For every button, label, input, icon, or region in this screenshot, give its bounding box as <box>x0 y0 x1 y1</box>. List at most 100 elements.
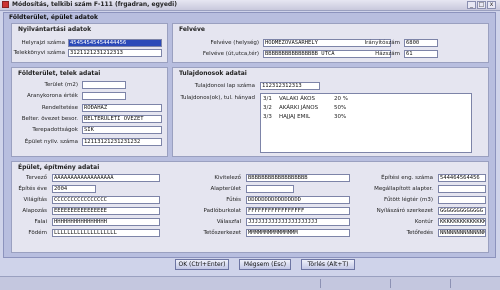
owner-share: 50% <box>334 105 347 111</box>
heating-input[interactable]: DDDDDDDDDDDDDDDD <box>246 196 350 204</box>
roofing-input[interactable]: NNNNNNNNNNNNNN <box>438 229 486 237</box>
owner-name: HAJJAJ EMIL <box>279 114 311 120</box>
building-group-title: Épület, építmény adatai <box>18 164 100 171</box>
land-group-title: Földterület, telek adatai <box>18 70 101 77</box>
slab-label: Födém <box>28 230 47 236</box>
heated-volume-input[interactable] <box>438 196 486 204</box>
terrain-input[interactable]: SÍK <box>82 126 162 134</box>
owner-sheet-label: Tulajdonosi lap száma <box>194 83 255 89</box>
postal-code-label: Irányítószám <box>364 40 400 46</box>
status-divider <box>450 279 451 288</box>
list-item[interactable]: 3/2 AKÁRKI JÁNOS 50% <box>262 104 470 112</box>
walls-input[interactable]: HHHHHHHHHHHHHHHH <box>52 218 160 226</box>
land-registry-label: Telekkönyvi száma <box>13 50 65 56</box>
contour-label: Kontúr <box>414 219 433 225</box>
owners-list[interactable]: 3/1 VALAKI ÁKOS 20 % 3/2 AKÁRKI JÁNOS 50… <box>260 93 472 153</box>
slab-input[interactable]: LLLLLLLLLLLLLLLLLLL <box>52 229 160 237</box>
assessed-area-label: Megállapított alapter. <box>374 186 433 192</box>
owner-name: AKÁRKI JÁNOS <box>279 105 319 111</box>
designer-input[interactable]: AAAAAAAAAAAAAAAAAA <box>52 174 160 182</box>
title-bar: Módosítás, telkibi szám F-111 (frgadran,… <box>0 0 500 11</box>
owner-share: 20 % <box>334 96 348 102</box>
registry-group: Nyilvántartási adatok Helyrajzi száma 45… <box>11 23 168 63</box>
window-title: Módosítás, telkibi szám F-111 (frgadran,… <box>12 1 177 8</box>
owners-group-title: Tulajdonosok adatai <box>179 70 247 77</box>
owners-group: Tulajdonosok adatai Tulajdonosi lap szám… <box>172 67 489 157</box>
flooring-input[interactable]: FFFFFFFFFFFFFFFFF <box>246 207 350 215</box>
parcel-number-input[interactable]: 45454545454444456 <box>68 39 162 47</box>
owner-num: 3/3 <box>263 114 272 120</box>
roofing-label: Tetőfedés <box>406 230 433 236</box>
building-reg-input[interactable]: 12113121231231232 <box>82 138 162 146</box>
modify-window: Módosítás, telkibi szám F-111 (frgadran,… <box>0 0 500 290</box>
registry-group-title: Nyilvántartási adatok <box>18 26 92 33</box>
locality-label: Felvéve (helység) <box>210 40 260 46</box>
status-divider <box>320 279 321 288</box>
house-number-label: Házszám <box>375 51 400 57</box>
status-divider <box>390 279 391 288</box>
roof-structure-input[interactable]: MMMMMMMMMMMMMMM <box>246 229 350 237</box>
contractor-input[interactable]: BBBBBBBBBBBBBBBBBB <box>246 174 350 182</box>
recorded-at-group: Felvéve Felvéve (helység) HÓDMEZŐVÁSÁRHE… <box>172 23 489 63</box>
assessed-area-input[interactable] <box>438 185 486 193</box>
openings-label: Nyílászáró szerkezet <box>376 208 433 214</box>
owner-share: 30% <box>334 114 347 120</box>
golden-crown-input[interactable] <box>82 92 126 100</box>
foundation-input[interactable]: EEEEEEEEEEEEEEEE <box>52 207 160 215</box>
land-group: Földterület, telek adatai Terület (m2) A… <box>11 67 168 157</box>
app-icon <box>2 1 9 8</box>
permit-number-input[interactable]: 544464564456 <box>438 174 486 182</box>
land-registry-input[interactable]: 3121121231212313 <box>68 49 162 57</box>
terrain-label: Terepadottságok <box>32 127 78 133</box>
purpose-input[interactable]: ROÐAHÁZ <box>82 104 162 112</box>
designer-label: Tervező <box>26 175 47 181</box>
roof-structure-label: Tetőszerkezet <box>203 230 241 236</box>
building-reg-label: Épület nyilv. száma <box>24 139 78 145</box>
recorded-at-group-title: Felvéve <box>179 26 205 33</box>
street-input[interactable]: BBBBBBBBBBBBBBBB UTCA <box>263 50 391 58</box>
partition-input[interactable]: JJJJJJJJJJJJJJJJJJJJJ <box>246 218 350 226</box>
owner-sheet-input[interactable]: 112312312313 <box>260 82 320 90</box>
area-label: Terület (m2) <box>44 82 78 88</box>
owners-share-label: Tulajdonos(ok), tul. hányad <box>180 95 255 101</box>
cancel-button[interactable]: Mégsem (Esc) <box>239 259 291 270</box>
build-year-label: Építés éve <box>18 186 47 192</box>
golden-crown-label: Aranykorona érték <box>27 93 78 99</box>
maximize-button[interactable]: □ <box>477 1 486 9</box>
walls-label: Falai <box>34 219 47 225</box>
owner-name: VALAKI ÁKOS <box>279 96 315 102</box>
floor-area-input[interactable] <box>246 185 294 193</box>
main-panel: Földterület, épület adatok Nyilvántartás… <box>3 12 496 258</box>
postal-code-input[interactable]: 6800 <box>404 39 438 47</box>
status-bar <box>0 276 500 290</box>
list-item[interactable]: 3/3 HAJJAJ EMIL 30% <box>262 113 470 121</box>
build-year-input[interactable]: 2004 <box>52 185 96 193</box>
lighting-label: Világítás <box>23 197 47 203</box>
contour-input[interactable]: KKKKKKKKKKKKKK <box>438 218 486 226</box>
partition-label: Válaszfal <box>216 219 241 225</box>
foundation-label: Alapozás <box>22 208 47 214</box>
owner-num: 3/1 <box>263 96 272 102</box>
permit-number-label: Építési eng. száma <box>381 175 433 181</box>
zone-label: Belter. övezet besor. <box>21 116 78 122</box>
flooring-label: Padlóburkolat <box>203 208 241 214</box>
house-number-input[interactable]: 61 <box>404 50 438 58</box>
street-label: Felvéve (út,utca,tér) <box>202 51 259 57</box>
lighting-input[interactable]: CCCCCCCCCCCCCCCC <box>52 196 160 204</box>
purpose-label: Rendeltetése <box>41 105 78 111</box>
panel-title: Földterület, épület adatok <box>9 14 98 21</box>
heated-volume-label: Fűtött légtér (m3) <box>383 197 433 203</box>
contractor-label: Kivitelező <box>214 175 241 181</box>
openings-input[interactable]: GGGGGGGGGGGGG <box>438 207 486 215</box>
area-input[interactable] <box>82 81 126 89</box>
list-item[interactable]: 3/1 VALAKI ÁKOS 20 % <box>262 95 470 103</box>
close-button[interactable]: x <box>487 1 496 9</box>
owner-num: 3/2 <box>263 105 272 111</box>
floor-area-label: Alapterület <box>210 186 241 192</box>
zone-input[interactable]: BELTERÜLETI ÖVEZET <box>82 115 162 123</box>
building-group: Épület, építmény adatai Tervező AAAAAAAA… <box>11 161 489 253</box>
minimize-button[interactable]: _ <box>467 1 476 9</box>
heating-label: Fűtés <box>226 197 241 203</box>
delete-button[interactable]: Törlés (Alt+T) <box>301 259 355 270</box>
ok-button[interactable]: OK (Ctrl+Enter) <box>175 259 229 270</box>
